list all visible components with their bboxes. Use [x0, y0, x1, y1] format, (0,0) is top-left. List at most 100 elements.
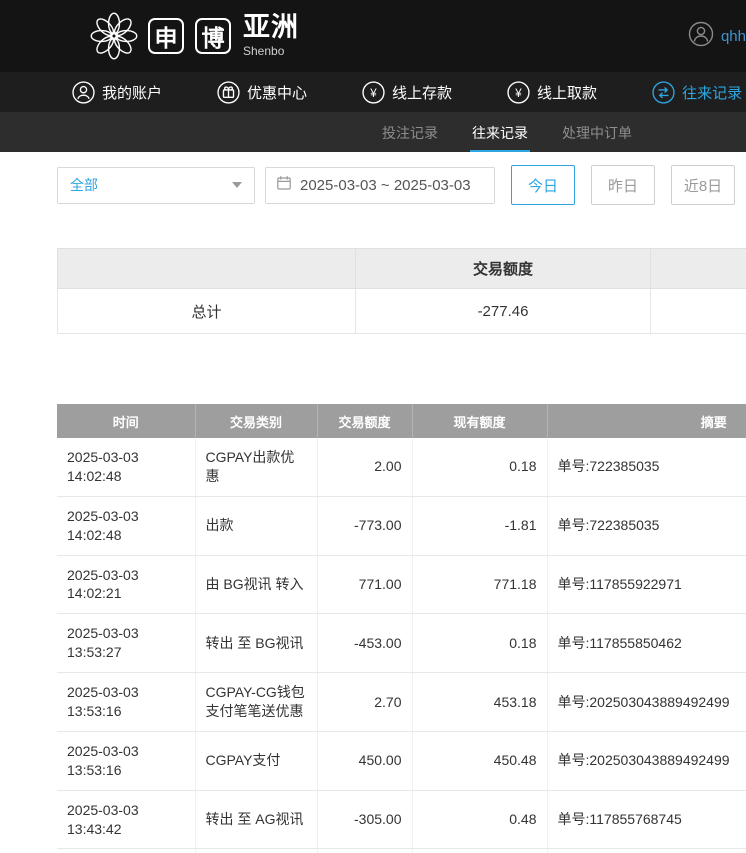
summary-total-label: 总计: [58, 289, 356, 334]
nav-item-promotions[interactable]: 优惠中心: [217, 81, 307, 104]
nav-item-label: 往来记录: [682, 82, 742, 103]
balance-cell: 453.18: [412, 673, 547, 732]
brand-logo: 申 博 亚洲 Shenbo: [88, 10, 299, 62]
calendar-icon: [276, 175, 292, 195]
col-header-balance: 现有额度: [412, 404, 547, 438]
summary-cell: 单号:202503043889492499: [547, 731, 746, 790]
main-nav: 我的账户 优惠中心 ¥ 线上存款 ¥ 线上取款: [0, 72, 746, 112]
nav-item-withdraw[interactable]: ¥ 线上取款: [507, 81, 597, 104]
nav-item-transactions[interactable]: 往来记录: [652, 81, 742, 104]
tab-transaction-records[interactable]: 往来记录: [470, 112, 530, 152]
balance-cell: 0.18: [412, 438, 547, 496]
table-row: 2025-03-03 14:02:21 由 BG视讯 转入 771.00 771…: [57, 555, 746, 614]
time-cell: 2025-03-03 13:53:16: [57, 673, 195, 732]
table-row: 2025-03-03 13:53:16 CGPAY-CG钱包支付笔笔送优惠 2.…: [57, 673, 746, 732]
amount-cell: 2.70: [317, 673, 412, 732]
summary-table-container: 交易额度 总计 -277.46: [57, 248, 746, 334]
summary-cell: 单号:117855850462: [547, 614, 746, 673]
app-header: 申 博 亚洲 Shenbo qhh: [0, 0, 746, 72]
amount-cell: 771.00: [317, 555, 412, 614]
quick-range-group: 今日 昨日 近8日: [511, 165, 735, 205]
records-table: 时间 交易类别 交易额度 现有额度 摘要 2025-03-03 14:02:48…: [57, 404, 746, 853]
table-row: 2025-03-03 14:02:48 出款 -773.00 -1.81 单号:…: [57, 496, 746, 555]
records-header-row: 时间 交易类别 交易额度 现有额度 摘要: [57, 404, 746, 438]
nav-item-account[interactable]: 我的账户: [72, 81, 162, 104]
table-row: 2025-03-03 13:53:16 CGPAY支付 450.00 450.4…: [57, 731, 746, 790]
brand-region: 亚洲: [243, 14, 299, 41]
nav-item-label: 线上存款: [392, 82, 452, 103]
type-cell: CGPAY支付: [195, 731, 317, 790]
time-cell: 2025-03-03 13:43:42: [57, 790, 195, 849]
deposit-coin-icon: ¥: [362, 81, 385, 104]
col-header-summary: 摘要: [547, 404, 746, 438]
amount-cell: -453.00: [317, 614, 412, 673]
col-header-amount: 交易额度: [317, 404, 412, 438]
balance-cell: 450.48: [412, 731, 547, 790]
time-cell: 2025-03-03 13:53:16: [57, 731, 195, 790]
type-cell: CGPAY出款优惠: [195, 438, 317, 496]
amount-cell: 305.00: [317, 849, 412, 853]
balance-cell: 0.18: [412, 614, 547, 673]
brand-char-bo: 博: [195, 18, 231, 54]
user-account[interactable]: qhh: [688, 21, 746, 52]
summary-header-amount: 交易额度: [356, 249, 651, 289]
today-button[interactable]: 今日: [511, 165, 575, 205]
summary-cell: 单号:722385035: [547, 438, 746, 496]
time-cell: 2025-03-03 14:02:21: [57, 555, 195, 614]
lotus-flower-icon: [88, 10, 140, 62]
summary-cell: 单号:202503043889492499: [547, 673, 746, 732]
table-row: 2025-03-03 13:43:42 转出 至 AG视讯 -305.00 0.…: [57, 790, 746, 849]
amount-cell: -305.00: [317, 790, 412, 849]
date-range-input[interactable]: 2025-03-03 ~ 2025-03-03: [265, 167, 495, 204]
svg-text:¥: ¥: [369, 87, 377, 99]
filter-row: 全部 2025-03-03 ~ 2025-03-03 今日 昨日 近8日: [57, 164, 746, 206]
records-table-container: 时间 交易类别 交易额度 现有额度 摘要 2025-03-03 14:02:48…: [57, 404, 746, 853]
tab-bet-records[interactable]: 投注记录: [380, 112, 440, 152]
summary-header-row: 交易额度: [58, 249, 746, 289]
table-row: 2025-03-03 13:42:35 由 AG视讯 转入 305.00 305…: [57, 849, 746, 853]
withdraw-coin-icon: ¥: [507, 81, 530, 104]
summary-header-empty: [58, 249, 356, 289]
username-text: qhh: [721, 28, 746, 45]
type-select-value: 全部: [58, 175, 232, 195]
type-cell: 由 BG视讯 转入: [195, 555, 317, 614]
last8days-button[interactable]: 近8日: [671, 165, 735, 205]
summary-table: 交易额度 总计 -277.46: [57, 248, 746, 334]
time-cell: 2025-03-03 13:53:27: [57, 614, 195, 673]
nav-item-deposit[interactable]: ¥ 线上存款: [362, 81, 452, 104]
balance-cell: 771.18: [412, 555, 547, 614]
tab-pending-orders[interactable]: 处理中订单: [560, 112, 634, 152]
brand-subtitle: Shenbo: [243, 44, 299, 58]
chevron-down-icon: [232, 182, 242, 188]
nav-item-label: 我的账户: [102, 82, 162, 103]
type-cell: CGPAY-CG钱包支付笔笔送优惠: [195, 673, 317, 732]
nav-item-label: 线上取款: [537, 82, 597, 103]
col-header-time: 时间: [57, 404, 195, 438]
time-cell: 2025-03-03 14:02:48: [57, 496, 195, 555]
yesterday-button[interactable]: 昨日: [591, 165, 655, 205]
date-range-value: 2025-03-03 ~ 2025-03-03: [300, 177, 471, 194]
brand-char-shen: 申: [148, 18, 184, 54]
summary-cell: 单号:117855922971: [547, 555, 746, 614]
summary-total-row: 总计 -277.46: [58, 289, 746, 334]
time-cell: 2025-03-03 13:42:35: [57, 849, 195, 853]
table-row: 2025-03-03 13:53:27 转出 至 BG视讯 -453.00 0.…: [57, 614, 746, 673]
type-cell: 由 AG视讯 转入: [195, 849, 317, 853]
col-header-type: 交易类别: [195, 404, 317, 438]
type-select[interactable]: 全部: [57, 167, 255, 204]
type-cell: 转出 至 BG视讯: [195, 614, 317, 673]
user-icon: [72, 81, 95, 104]
amount-cell: 450.00: [317, 731, 412, 790]
table-row: 2025-03-03 14:02:48 CGPAY出款优惠 2.00 0.18 …: [57, 438, 746, 496]
summary-total-empty: [651, 289, 746, 334]
summary-header-empty2: [651, 249, 746, 289]
record-tabbar: 投注记录 往来记录 处理中订单: [0, 112, 746, 152]
summary-cell: 单号:722385035: [547, 496, 746, 555]
amount-cell: 2.00: [317, 438, 412, 496]
balance-cell: 305.48: [412, 849, 547, 853]
time-cell: 2025-03-03 14:02:48: [57, 438, 195, 496]
type-cell: 出款: [195, 496, 317, 555]
amount-cell: -773.00: [317, 496, 412, 555]
type-cell: 转出 至 AG视讯: [195, 790, 317, 849]
summary-cell: 单号:117855759010: [547, 849, 746, 853]
